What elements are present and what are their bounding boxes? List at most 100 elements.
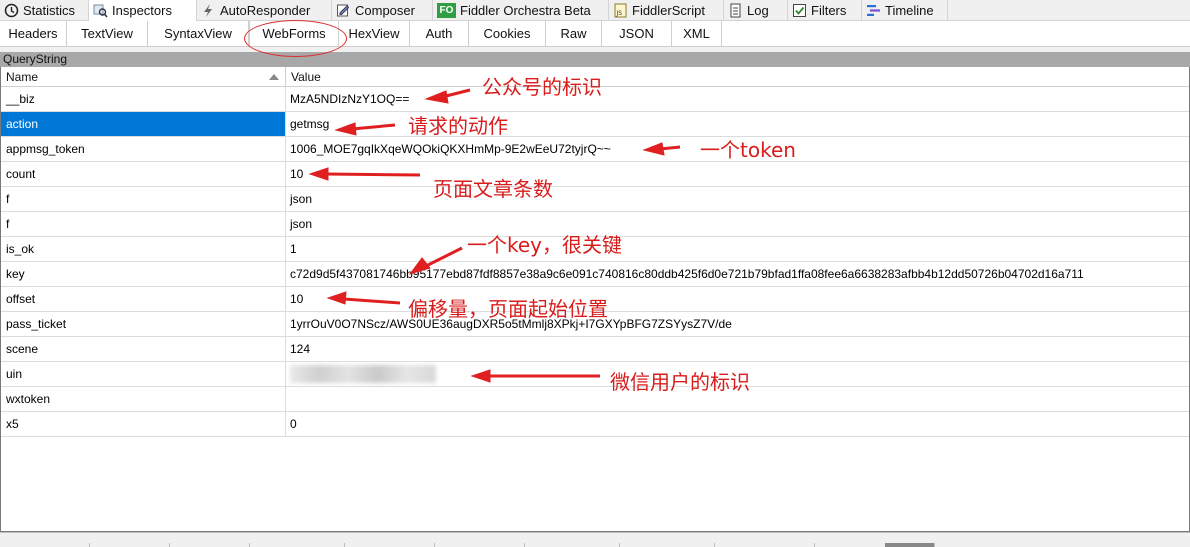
bottom-tab-divider: [525, 543, 620, 547]
table-row[interactable]: __biz MzA5NDIzNzY1OQ==: [1, 87, 1189, 112]
tab-inspectors[interactable]: Inspectors: [89, 0, 197, 21]
bottom-tab-divider: [90, 543, 170, 547]
tab-label: Timeline: [885, 3, 934, 18]
table-row[interactable]: uin: [1, 362, 1189, 387]
clock-icon: [4, 3, 19, 18]
subtab-xml[interactable]: XML: [672, 21, 722, 46]
subtab-syntaxview[interactable]: SyntaxView: [148, 21, 249, 46]
tab-timeline[interactable]: Timeline: [862, 0, 948, 21]
bottom-tab-divider: [0, 543, 90, 547]
param-name: pass_ticket: [1, 312, 286, 336]
tab-filters[interactable]: Filters: [788, 0, 862, 21]
tab-label: Statistics: [23, 3, 76, 18]
param-name: action: [1, 112, 286, 136]
param-name: x5: [1, 412, 286, 436]
table-row[interactable]: wxtoken: [1, 387, 1189, 412]
subtab-label: XML: [683, 26, 710, 41]
subtab-auth[interactable]: Auth: [410, 21, 469, 46]
grid-header: Name Value: [1, 67, 1189, 87]
tab-fiddlerscript[interactable]: JS FiddlerScript: [609, 0, 724, 21]
tab-label: FiddlerScript: [632, 3, 705, 18]
tab-label: AutoResponder: [220, 3, 311, 18]
bottom-tab-divider: [715, 543, 815, 547]
param-value: c72d9d5f437081746bb95177ebd87fdf8857e38a…: [290, 267, 1084, 281]
column-header-value[interactable]: Value: [286, 67, 1189, 87]
param-name: is_ok: [1, 237, 286, 261]
param-value: 1006_MOE7gqIkXqeWQOkiQKXHmMp-9E2wEeU72ty…: [290, 142, 611, 156]
bottom-tab-divider: [345, 543, 435, 547]
tab-label: Log: [747, 3, 769, 18]
table-row[interactable]: f json: [1, 187, 1189, 212]
param-value: json: [290, 192, 313, 206]
table-row[interactable]: offset 10: [1, 287, 1189, 312]
subtab-label: SyntaxView: [164, 26, 232, 41]
querystring-section-title: QueryString: [0, 52, 1190, 67]
table-row[interactable]: action getmsg: [1, 112, 1189, 137]
svg-text:JS: JS: [616, 10, 623, 17]
checkbox-icon: [792, 3, 807, 18]
param-value: 10: [290, 167, 304, 181]
param-value-redacted: [286, 362, 1189, 386]
subtab-hexview[interactable]: HexView: [339, 21, 410, 46]
subtab-webforms[interactable]: WebForms: [249, 21, 339, 46]
tab-autoresponder[interactable]: AutoResponder: [197, 0, 332, 21]
sort-up-icon: [269, 74, 279, 80]
column-header-name[interactable]: Name: [1, 67, 286, 87]
param-name: __biz: [1, 87, 286, 111]
document-icon: [728, 3, 743, 18]
tab-label: Filters: [811, 3, 847, 18]
param-name: offset: [1, 287, 286, 311]
param-value: getmsg: [290, 117, 330, 131]
fo-badge-icon: FO: [437, 3, 456, 18]
table-row[interactable]: x5 0: [1, 412, 1189, 437]
param-name: uin: [1, 362, 286, 386]
tab-statistics[interactable]: Statistics: [0, 0, 89, 21]
bottom-tab-divider: [250, 543, 345, 547]
bottom-tab-divider: [620, 543, 715, 547]
column-header-label: Name: [6, 70, 39, 84]
bottom-tab-divider: [170, 543, 250, 547]
subtab-label: Cookies: [483, 26, 531, 41]
subtab-label: HexView: [348, 26, 400, 41]
table-row[interactable]: is_ok 1: [1, 237, 1189, 262]
tab-composer[interactable]: Composer: [332, 0, 433, 21]
param-value: MzA5NDIzNzY1OQ==: [290, 92, 410, 106]
js-script-icon: JS: [613, 3, 628, 18]
subtab-json[interactable]: JSON: [602, 21, 672, 46]
subtab-raw[interactable]: Raw: [546, 21, 602, 46]
table-row[interactable]: pass_ticket 1yrrOuV0O7NScz/AWS0UE36augDXR…: [1, 312, 1189, 337]
table-row[interactable]: key c72d9d5f437081746bb95177ebd87fdf8857e…: [1, 262, 1189, 287]
param-value: 0: [290, 417, 297, 431]
param-name: key: [1, 262, 286, 286]
param-value: 1yrrOuV0O7NScz/AWS0UE36augDXR5o5tMmlj8XP…: [290, 317, 732, 331]
column-header-label: Value: [291, 70, 321, 84]
table-row[interactable]: appmsg_token 1006_MOE7gqIkXqeWQOkiQKXHmMp…: [1, 137, 1189, 162]
subtab-cookies[interactable]: Cookies: [469, 21, 546, 46]
tab-label: Inspectors: [112, 3, 172, 18]
table-row[interactable]: count 10: [1, 162, 1189, 187]
table-row[interactable]: f json: [1, 212, 1189, 237]
param-name: f: [1, 212, 286, 236]
param-value: 124: [290, 342, 311, 356]
param-value: 1: [290, 242, 297, 256]
tab-log[interactable]: Log: [724, 0, 788, 21]
bottom-tab-divider: [435, 543, 525, 547]
querystring-grid: Name Value __biz MzA5NDIzNzY1OQ== action g…: [0, 67, 1190, 532]
param-name: scene: [1, 337, 286, 361]
table-row[interactable]: scene 124: [1, 337, 1189, 362]
tab-fiddler-orchestra[interactable]: FO Fiddler Orchestra Beta: [433, 0, 609, 21]
subtab-label: Headers: [8, 26, 58, 41]
param-value: json: [290, 217, 313, 231]
subtab-headers[interactable]: Headers: [0, 21, 67, 46]
subtab-label: Raw: [560, 26, 587, 41]
timeline-icon: [866, 3, 881, 18]
subtab-label: WebForms: [262, 26, 326, 41]
inspect-icon: [93, 3, 108, 18]
param-name: count: [1, 162, 286, 186]
inspector-top-tabs: Statistics Inspectors AutoResponder Comp…: [0, 0, 1190, 21]
subtab-textview[interactable]: TextView: [67, 21, 148, 46]
redacted-blur: [290, 365, 436, 383]
param-name: appmsg_token: [1, 137, 286, 161]
inspector-sub-tabs: Headers TextView SyntaxView WebForms Hex…: [0, 21, 1190, 47]
subtab-label: Auth: [425, 26, 453, 41]
